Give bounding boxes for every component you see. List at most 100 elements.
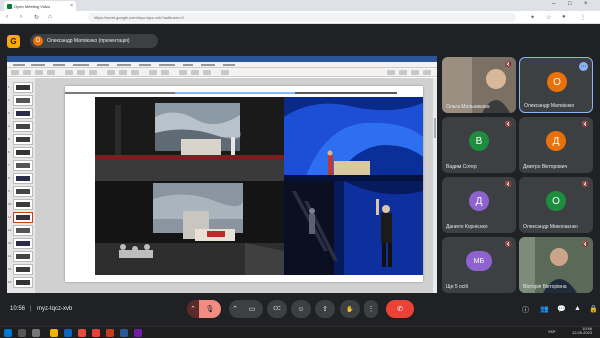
teams-icon[interactable] xyxy=(134,329,142,337)
slide-thumbnail-image xyxy=(16,267,30,272)
slide-thumbnail[interactable]: 6 xyxy=(8,147,33,158)
host-controls-icon[interactable]: 🔒 xyxy=(589,305,598,313)
slide-thumbnail-image xyxy=(16,98,30,103)
back-button[interactable]: ‹ xyxy=(6,14,8,20)
slide-canvas xyxy=(35,78,437,293)
task-view-icon[interactable] xyxy=(32,329,40,337)
slide-number: 3 xyxy=(8,111,10,115)
acrobat-icon[interactable] xyxy=(78,329,86,337)
browser-tab[interactable]: Оpen Meeting Vidzo × xyxy=(4,1,76,11)
slide-thumbnail-image xyxy=(16,228,30,233)
keyboard-language[interactable]: УКР xyxy=(548,329,556,334)
mic-toggle-button[interactable]: 🎙 xyxy=(199,300,221,318)
browser-menu-icon[interactable]: ⋮ xyxy=(580,14,586,21)
mic-options-button[interactable]: ⌃ xyxy=(187,300,199,318)
slide-thumbnail-image xyxy=(16,254,30,259)
forward-button[interactable]: › xyxy=(20,14,22,20)
slide-thumbnail[interactable]: 14 xyxy=(8,251,33,262)
participant-tile[interactable]: О Олександр Миколаєнко 🔇 xyxy=(519,177,593,233)
slide-thumbnail[interactable]: 16 xyxy=(8,277,33,288)
home-button[interactable]: ⌂ xyxy=(48,14,52,20)
participant-tile[interactable]: Ольга Мельникова 🔇 xyxy=(442,57,516,113)
slide-thumbnail[interactable]: 12 xyxy=(8,225,33,236)
bookmark-icon[interactable]: ☆ xyxy=(546,14,551,21)
slide-thumbnail[interactable]: 7 xyxy=(8,160,33,171)
slide-number: 16 xyxy=(8,280,12,284)
profile-icon[interactable]: ● xyxy=(562,14,566,20)
slide-thumbnail[interactable]: 8 xyxy=(8,173,33,184)
file-explorer-icon[interactable] xyxy=(50,329,58,337)
slide-thumbnail[interactable]: 10 xyxy=(8,199,33,210)
reload-button[interactable]: ↻ xyxy=(34,14,39,21)
participant-tile[interactable]: Вікторія Вікторівна 🔇 xyxy=(519,237,593,293)
minimize-button[interactable]: – xyxy=(552,1,555,7)
participant-tile[interactable]: О Олександр Матвієнко ⋯ xyxy=(519,57,593,113)
info-icon[interactable]: ⓘ xyxy=(522,305,529,315)
word-icon[interactable] xyxy=(120,329,128,337)
participant-tile[interactable]: В Вадим Сотер 🔇 xyxy=(442,117,516,173)
raise-hand-button[interactable]: ✋ xyxy=(340,300,360,318)
powerpoint-icon[interactable] xyxy=(106,329,114,337)
present-button[interactable]: ⇪ xyxy=(315,300,335,318)
more-options-button[interactable]: ⋮ xyxy=(364,300,378,318)
address-bar[interactable]: https://meet.google.com/myz-tqcz-xvb?aut… xyxy=(88,13,516,22)
ppt-scrollbar[interactable] xyxy=(433,78,437,293)
slide-thumbnail-image xyxy=(16,176,30,181)
captions-button[interactable]: CC xyxy=(267,300,287,318)
participant-name: Вікторія Вікторівна xyxy=(523,284,567,290)
slide-number: 13 xyxy=(8,241,12,245)
stage-photo-1 xyxy=(95,97,284,181)
participant-name: Дмитро Вікторович xyxy=(523,164,568,170)
chat-icon[interactable]: 💬 xyxy=(557,305,566,313)
leave-call-button[interactable]: ✆ xyxy=(386,300,414,318)
slide-number: 4 xyxy=(8,124,10,128)
muted-mic-icon: 🔇 xyxy=(504,122,513,128)
camera-toggle-button[interactable]: ▭ xyxy=(241,300,263,318)
participant-tile[interactable]: Д Данило Корнієнко 🔇 xyxy=(442,177,516,233)
people-icon[interactable]: 👥 xyxy=(540,305,549,313)
edge-icon[interactable] xyxy=(64,329,72,337)
slide-thumbnail[interactable]: 4 xyxy=(8,121,33,132)
windows-taskbar xyxy=(0,326,600,338)
slide-thumbnail[interactable]: 3 xyxy=(8,108,33,119)
muted-mic-icon: 🔇 xyxy=(581,122,590,128)
slide-number: 7 xyxy=(8,163,10,167)
muted-mic-icon: 🔇 xyxy=(504,242,513,248)
search-icon[interactable] xyxy=(18,329,26,337)
slide-thumbnail-image xyxy=(16,111,30,116)
start-icon[interactable] xyxy=(4,329,12,337)
camera-options-button[interactable]: ⌃ xyxy=(229,300,241,318)
muted-mic-icon: 🔇 xyxy=(504,62,513,68)
participant-name: Олександр Матвієнко xyxy=(524,103,575,109)
stage-photo-2 xyxy=(284,97,423,181)
slide-thumbnail-image xyxy=(16,163,30,168)
slide-thumbnail[interactable]: 1 xyxy=(8,82,33,93)
extensions-icon[interactable]: ✦ xyxy=(530,14,535,21)
slide-thumbnail[interactable]: 15 xyxy=(8,264,33,275)
meet-logo-icon: G xyxy=(7,35,20,48)
reactions-button[interactable]: ☺ xyxy=(291,300,311,318)
presenter-chip[interactable]: О Олександр Матвієнко (презентація) xyxy=(30,34,158,48)
participant-avatar: Д xyxy=(469,191,489,211)
slide-thumbnail[interactable]: 2 xyxy=(8,95,33,106)
slide-thumbnail-image xyxy=(16,189,30,194)
more-icon: ⋮ xyxy=(367,306,375,313)
tab-close-icon[interactable]: × xyxy=(70,3,73,9)
participant-tile[interactable]: Д Дмитро Вікторович 🔇 xyxy=(519,117,593,173)
slide-thumbnail-image xyxy=(16,124,30,129)
slide-thumbnail[interactable]: 13 xyxy=(8,238,33,249)
slide-number: 11 xyxy=(8,215,12,219)
activities-icon[interactable]: ▲ xyxy=(574,305,581,312)
maximize-button[interactable]: □ xyxy=(568,1,572,7)
mic-off-icon: 🎙 xyxy=(205,306,215,313)
presenter-avatar: О xyxy=(33,36,43,46)
close-window-button[interactable]: × xyxy=(584,1,588,7)
slide-number: 10 xyxy=(8,202,12,206)
chrome-icon[interactable] xyxy=(92,329,100,337)
participant-tile[interactable]: МБ Ще 5 осіб 🔇 xyxy=(442,237,516,293)
slide-thumbnail[interactable]: 5 xyxy=(8,134,33,145)
slide-thumbnail[interactable]: 11 xyxy=(8,212,33,223)
participant-name: Олександр Миколаєнко xyxy=(523,224,578,230)
taskbar-clock[interactable]: 10:56 12.05.2023 xyxy=(568,327,592,335)
slide-thumbnail[interactable]: 9 xyxy=(8,186,33,197)
